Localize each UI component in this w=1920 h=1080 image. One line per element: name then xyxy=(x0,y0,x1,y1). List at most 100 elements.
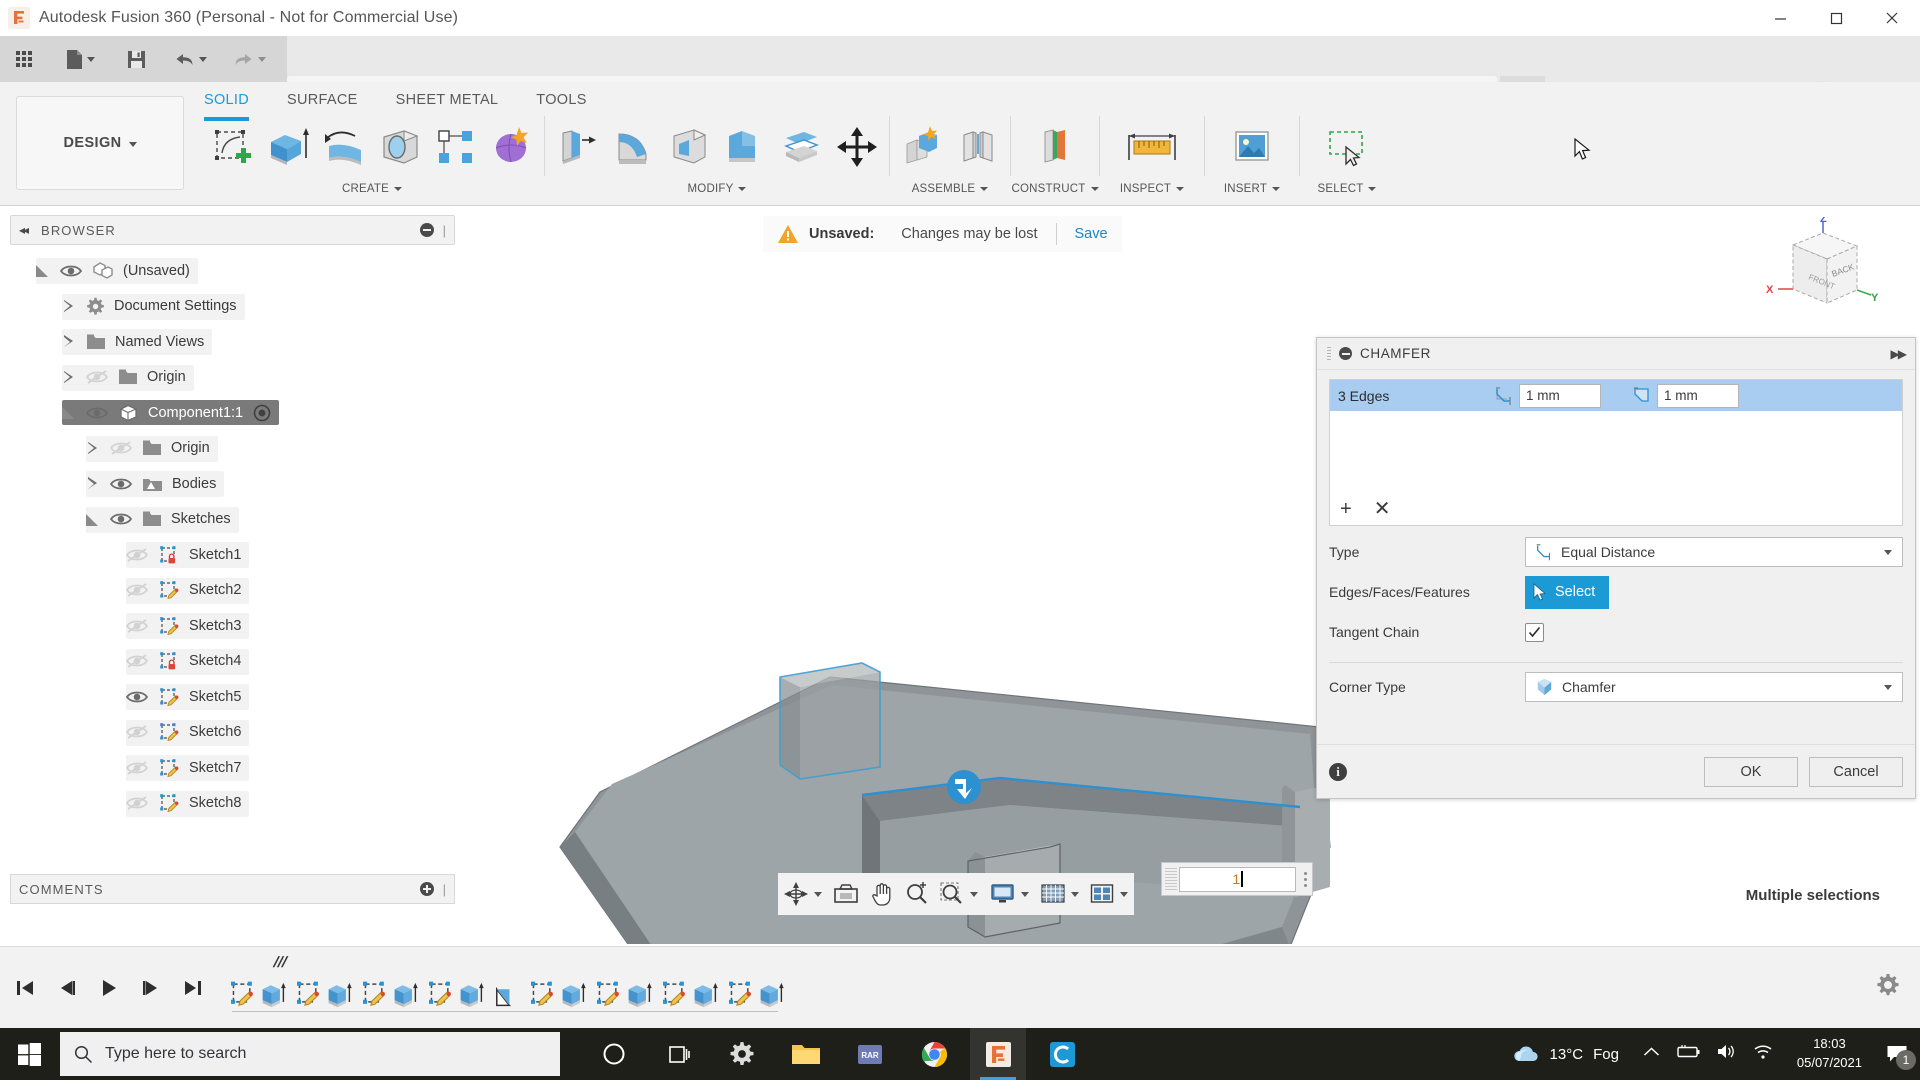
drag-grip-icon[interactable] xyxy=(1165,868,1177,890)
fusion360-button[interactable] xyxy=(970,1028,1026,1080)
look-at-button[interactable] xyxy=(831,883,861,905)
eye-hidden-icon[interactable] xyxy=(126,547,148,563)
panel-grip-icon[interactable]: | xyxy=(443,882,446,897)
eye-visible-icon[interactable] xyxy=(86,405,108,421)
collapse-arrow-icon[interactable] xyxy=(62,406,75,420)
new-component-button[interactable] xyxy=(894,118,950,176)
group-label-assemble[interactable]: ASSEMBLE xyxy=(890,176,1010,202)
tree-item[interactable]: Sketch6 xyxy=(10,715,455,751)
timeline-settings-button[interactable] xyxy=(1876,973,1900,1002)
collapse-dialog-icon[interactable] xyxy=(1339,347,1352,360)
clock[interactable]: 18:03 05/07/2021 xyxy=(1785,1035,1874,1073)
dimension-input[interactable]: 1 xyxy=(1161,862,1313,896)
step-back-button[interactable] xyxy=(54,975,80,1001)
settings-app-button[interactable] xyxy=(714,1028,770,1080)
eye-hidden-icon[interactable] xyxy=(126,618,148,634)
fillet-button[interactable] xyxy=(605,118,661,176)
group-label-insert[interactable]: INSERT xyxy=(1205,176,1299,202)
chamfer-selection-row[interactable]: 3 Edges 1 mm 1 mm xyxy=(1330,380,1902,411)
dimension-options-icon[interactable] xyxy=(1298,871,1312,887)
window-select-button[interactable] xyxy=(1304,118,1390,176)
tab-tools[interactable]: TOOLS xyxy=(536,86,586,114)
chamfer-dialog[interactable]: CHAMFER ▶▶ 3 Edges 1 mm 1 mm + ✕ Type Eq… xyxy=(1316,337,1916,799)
timeline-feature[interactable] xyxy=(228,980,258,1018)
tree-item[interactable]: Sketches xyxy=(10,502,455,538)
action-center-button[interactable]: 1 xyxy=(1874,1028,1920,1080)
start-button[interactable] xyxy=(0,1028,58,1080)
timeline-feature[interactable] xyxy=(360,980,390,1018)
weather-widget[interactable]: 13°C Fog xyxy=(1500,1045,1631,1064)
panel-grip-icon[interactable]: | xyxy=(443,223,446,238)
eye-hidden-icon[interactable] xyxy=(126,724,148,740)
shell-button[interactable] xyxy=(661,118,717,176)
chamfer-distance2-input[interactable]: 1 mm xyxy=(1657,383,1739,408)
timeline-feature[interactable] xyxy=(456,980,492,1018)
corner-type-dropdown[interactable]: Chamfer xyxy=(1525,672,1903,702)
collapse-arrow-icon[interactable] xyxy=(86,513,99,526)
maximize-button[interactable] xyxy=(1808,0,1864,36)
tree-item[interactable]: Sketch3 xyxy=(10,608,455,644)
eye-hidden-icon[interactable] xyxy=(126,760,148,776)
timeline-feature[interactable] xyxy=(624,980,660,1018)
joint-button[interactable] xyxy=(950,118,1006,176)
zoom-window-button[interactable] xyxy=(938,882,980,906)
add-selection-button[interactable]: + xyxy=(1340,499,1352,519)
tree-item[interactable]: (Unsaved) xyxy=(10,253,455,289)
chamfer-distance1-input[interactable]: 1 mm xyxy=(1519,383,1601,408)
eye-hidden-icon[interactable] xyxy=(126,582,148,598)
volume-button[interactable] xyxy=(1716,1043,1738,1065)
tree-item[interactable]: Document Settings xyxy=(10,289,455,325)
app-button[interactable] xyxy=(1034,1028,1090,1080)
cortana-button[interactable] xyxy=(586,1028,642,1080)
tree-item[interactable]: Origin xyxy=(10,431,455,467)
eye-hidden-icon[interactable] xyxy=(110,440,132,456)
timeline-feature[interactable] xyxy=(690,980,726,1018)
step-forward-button[interactable] xyxy=(138,975,164,1001)
expand-arrow-icon[interactable] xyxy=(62,335,75,348)
app-grid-button[interactable] xyxy=(10,36,38,82)
timeline-feature[interactable] xyxy=(390,980,426,1018)
group-label-modify[interactable]: MODIFY xyxy=(545,176,889,202)
timeline-feature[interactable] xyxy=(294,980,324,1018)
combine-button[interactable] xyxy=(717,118,773,176)
eye-hidden-icon[interactable] xyxy=(86,369,108,385)
group-label-create[interactable]: CREATE xyxy=(200,176,544,202)
timeline-feature[interactable] xyxy=(558,980,594,1018)
expand-arrow-icon[interactable] xyxy=(62,370,75,384)
offset-plane-button[interactable] xyxy=(1015,118,1095,176)
eye-visible-icon[interactable] xyxy=(110,511,132,527)
tree-item[interactable]: Sketch7 xyxy=(10,750,455,786)
tree-item[interactable]: Sketch8 xyxy=(10,786,455,822)
press-pull-button[interactable] xyxy=(549,118,605,176)
remove-selection-button[interactable]: ✕ xyxy=(1374,499,1391,519)
save-button[interactable] xyxy=(121,36,152,82)
tree-item[interactable]: Bodies xyxy=(10,466,455,502)
group-label-inspect[interactable]: INSPECT xyxy=(1100,176,1204,202)
eye-hidden-icon[interactable] xyxy=(126,653,148,669)
display-settings-button[interactable] xyxy=(988,883,1031,905)
offset-face-button[interactable] xyxy=(773,118,829,176)
timeline-feature[interactable] xyxy=(426,980,456,1018)
timeline-feature[interactable] xyxy=(726,980,756,1018)
measure-button[interactable] xyxy=(1104,118,1200,176)
create-sketch-button[interactable] xyxy=(204,118,260,176)
view-cube[interactable]: FRONT BACK Z X Y xyxy=(1764,213,1882,327)
timeline-feature[interactable] xyxy=(594,980,624,1018)
task-view-button[interactable] xyxy=(650,1028,706,1080)
network-button[interactable] xyxy=(1753,1044,1773,1065)
comments-panel[interactable]: COMMENTS | xyxy=(10,874,455,904)
tree-item[interactable]: Origin xyxy=(10,360,455,396)
expand-arrow-icon[interactable] xyxy=(86,477,99,490)
tree-item-selected[interactable]: Component1:1 xyxy=(10,395,455,431)
timeline-feature[interactable] xyxy=(756,980,792,1018)
expand-comments-icon[interactable] xyxy=(419,882,434,896)
battery-button[interactable] xyxy=(1675,1044,1701,1064)
chrome-button[interactable] xyxy=(906,1028,962,1080)
eye-hidden-icon[interactable] xyxy=(126,795,148,811)
close-button[interactable] xyxy=(1864,0,1920,36)
play-button[interactable] xyxy=(96,975,122,1001)
hole-button[interactable] xyxy=(372,118,428,176)
redo-button[interactable] xyxy=(227,36,272,82)
group-label-select[interactable]: SELECT xyxy=(1300,176,1394,202)
tree-item[interactable]: Sketch4 xyxy=(10,644,455,680)
